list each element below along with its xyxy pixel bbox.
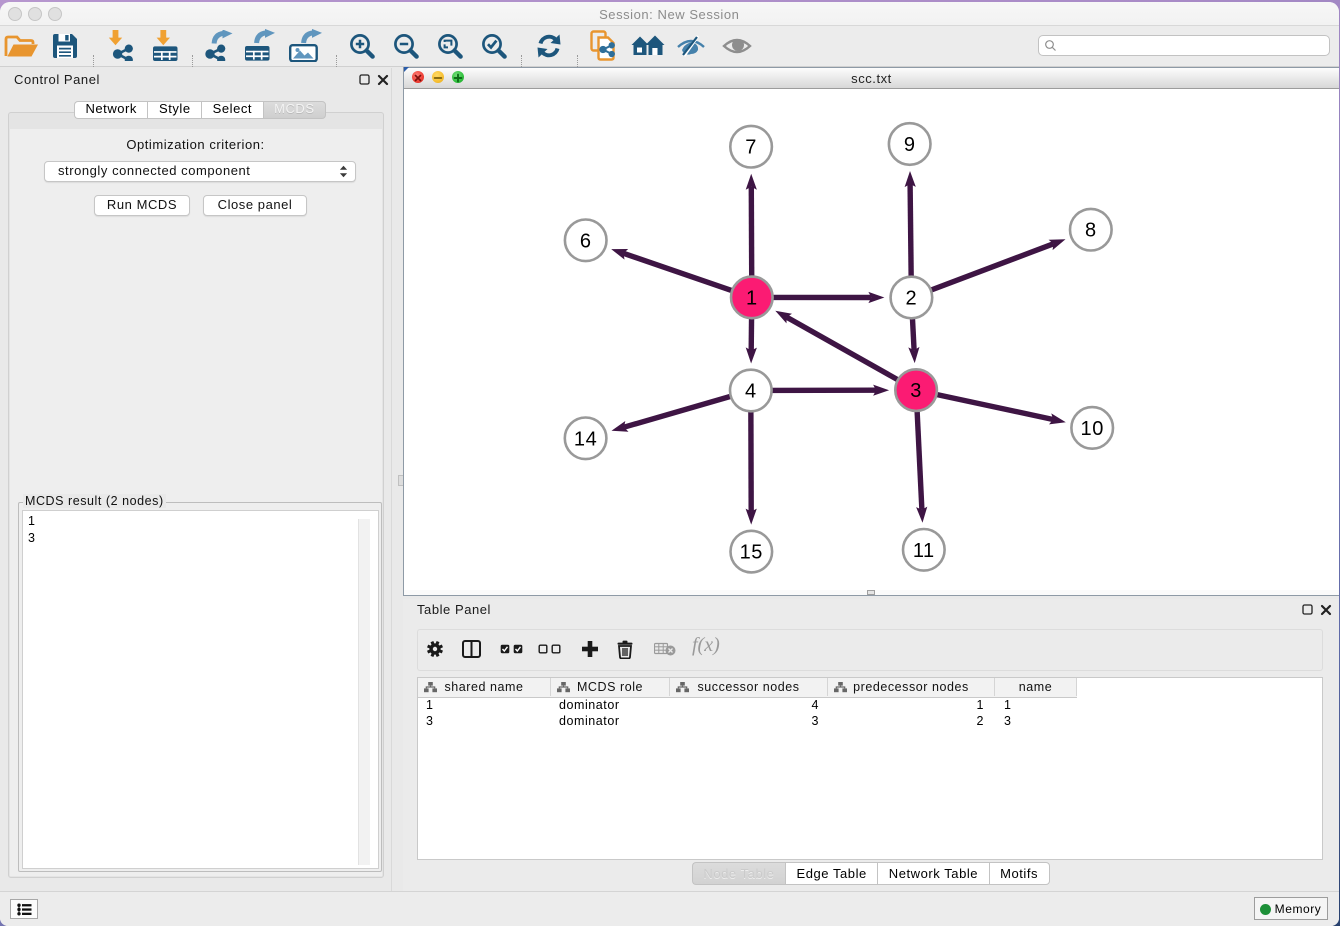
svg-text:4: 4 [745,381,757,403]
svg-text:6: 6 [580,230,592,252]
svg-text:11: 11 [913,540,935,562]
svg-text:9: 9 [904,134,916,156]
svg-text:7: 7 [745,137,757,159]
svg-text:14: 14 [574,428,597,450]
svg-text:1: 1 [746,287,758,309]
svg-text:10: 10 [1081,418,1104,440]
svg-text:8: 8 [1085,220,1097,242]
svg-text:2: 2 [906,288,918,310]
svg-text:15: 15 [740,542,763,564]
svg-text:3: 3 [910,380,922,402]
